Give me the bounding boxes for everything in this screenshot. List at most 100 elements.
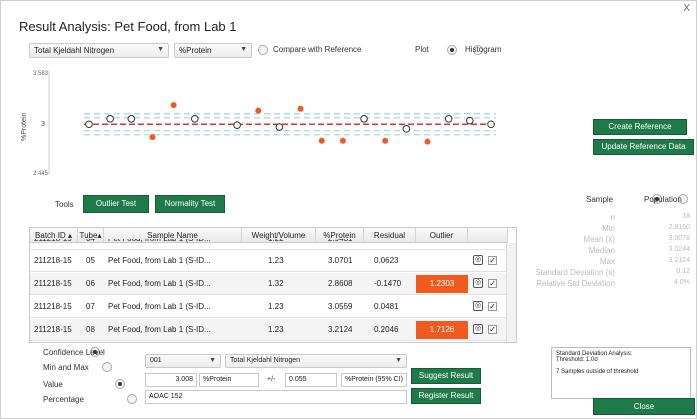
- value-radio[interactable]: [114, 379, 125, 389]
- chart-view-icon[interactable]: ◎: [473, 324, 483, 334]
- min-max-label: Min and Max: [43, 363, 89, 372]
- result-analyte-value: Total Kjeldahl Nitrogen: [230, 357, 301, 364]
- close-icon[interactable]: X: [683, 3, 690, 14]
- uncertainty-value-field[interactable]: 0.055: [285, 373, 337, 387]
- cell-sample-name: Pet Food, from Lab 1 (S-ID...: [108, 325, 211, 334]
- sample-id-value: 001: [150, 357, 162, 364]
- cell-residual: 0.0481: [374, 302, 399, 311]
- outlier-point: [424, 138, 431, 145]
- compare-reference-radio[interactable]: [258, 45, 268, 55]
- cell-residual: 0.2046: [374, 325, 399, 334]
- result-unit-field[interactable]: %Protein: [199, 373, 259, 387]
- cell-weight: 1.23: [268, 302, 284, 311]
- chevron-down-icon: ▼: [395, 357, 402, 364]
- outlier-point: [170, 102, 177, 109]
- stat-label: n: [610, 213, 615, 222]
- cell-protein: 2.9431: [328, 239, 352, 249]
- method-field[interactable]: AOAC 152: [145, 390, 407, 404]
- cell-sample-name: Pet Food, from Lab 1 (S-ID...: [108, 256, 211, 265]
- chart-marks: [84, 102, 496, 145]
- results-table: Batch ID ▴ Tube▴ Sample Name Weight/Volu…: [29, 227, 517, 343]
- stat-value: 2.8160: [668, 224, 690, 231]
- sd-analysis-summary: 7 Samples outside of threshold: [556, 369, 639, 375]
- compare-reference-label: Compare with Reference: [273, 45, 362, 54]
- chart-view-icon[interactable]: ◎: [473, 255, 483, 265]
- include-checkbox[interactable]: ✓: [488, 325, 497, 334]
- cell-tube: 05: [86, 256, 95, 265]
- cell-weight: 1.22: [268, 239, 284, 249]
- close-button[interactable]: Close: [593, 398, 695, 415]
- sd-analysis-box: Standard Deviation Analysis: Threshold: …: [551, 347, 691, 399]
- cell-sample-name: Pet Food, from Lab 1 (S-ID...: [108, 279, 211, 288]
- data-point: [275, 123, 284, 131]
- data-point: [360, 114, 368, 123]
- stat-label: Relative Std Deviation: [536, 279, 615, 288]
- stat-value: 3.0078: [668, 235, 690, 242]
- cell-residual: -0.1470: [374, 279, 402, 288]
- outlier-point: [339, 137, 346, 144]
- register-result-button[interactable]: Register Result: [411, 388, 481, 404]
- cell-batch: 211218-15: [34, 325, 72, 334]
- suggest-result-button[interactable]: Suggest Result: [411, 368, 481, 384]
- cell-tube: 04: [86, 239, 95, 249]
- cell-sample-name: Pet Food, from Lab 1 (S-ID...: [108, 239, 211, 249]
- stat-value: 0.12: [676, 268, 690, 275]
- sample-id-select[interactable]: 001 ▼: [145, 354, 221, 368]
- table-row[interactable]: 211218-15 05 Pet Food, from Lab 1 (S-ID...…: [30, 250, 507, 272]
- include-checkbox[interactable]: ✓: [488, 256, 497, 265]
- create-reference-button[interactable]: Create Reference: [593, 119, 687, 135]
- table-row[interactable]: 211218-15 07 Pet Food, from Lab 1 (S-ID...…: [30, 296, 507, 318]
- min-max-radio[interactable]: [102, 362, 113, 372]
- protein-scatter-chart: 3.583 3 2.445 %Protein: [21, 71, 496, 177]
- y-axis-label: %Protein: [21, 112, 28, 141]
- data-point: [444, 114, 453, 123]
- outlier-test-button[interactable]: Outlier Test: [83, 195, 149, 213]
- cell-batch: 211218-15: [34, 239, 72, 249]
- unit-select[interactable]: %Protein ▼: [174, 43, 252, 58]
- table-row-partial[interactable]: 211218-15 04 Pet Food, from Lab 1 (S-ID.…: [30, 239, 507, 250]
- cell-weight: 1.32: [268, 279, 284, 288]
- cell-weight: 1.23: [268, 256, 284, 265]
- y-tick-top: 3.583: [33, 71, 49, 77]
- cell-tube: 07: [86, 302, 95, 311]
- update-reference-button[interactable]: Update Reference Data: [593, 139, 694, 155]
- result-value-field[interactable]: 3.008: [145, 373, 197, 387]
- stat-label: Max: [599, 257, 615, 266]
- include-checkbox[interactable]: ✓: [488, 279, 497, 288]
- plot-label: Plot: [415, 45, 429, 54]
- chart-view-icon[interactable]: ◎: [473, 278, 483, 288]
- plot-radio[interactable]: [447, 45, 458, 55]
- table-row[interactable]: 211218-15 08 Pet Food, from Lab 1 (S-ID...…: [30, 319, 507, 341]
- percentage-label: Percentage: [43, 395, 84, 404]
- value-label: Value: [43, 380, 63, 389]
- data-point: [466, 116, 474, 125]
- y-tick-bottom: 2.445: [33, 171, 49, 177]
- table-row[interactable]: 211218-15 06 Pet Food, from Lab 1 (S-ID...…: [30, 273, 507, 295]
- y-tick-mid: 3: [41, 121, 45, 128]
- unit-select-value: %Protein: [179, 46, 212, 55]
- histogram-label: Histogram: [465, 45, 502, 54]
- window-title: Result Analysis: Pet Food, from Lab 1: [19, 19, 237, 34]
- data-point: [85, 120, 93, 129]
- include-checkbox[interactable]: ✓: [488, 302, 497, 311]
- stat-label: Mean (x̄): [583, 235, 615, 244]
- percentage-radio[interactable]: [126, 394, 137, 404]
- data-point: [487, 120, 495, 129]
- normality-test-button[interactable]: Normality Test: [155, 195, 225, 213]
- outlier-value: 1.2303: [416, 275, 468, 293]
- analyte-select[interactable]: Total Kjeldahl Nitrogen ▼: [29, 43, 169, 58]
- cell-protein: 3.2124: [328, 325, 353, 334]
- cell-weight: 1.23: [268, 325, 284, 334]
- result-analyte-select[interactable]: Total Kjeldahl Nitrogen ▼: [225, 354, 407, 368]
- table-scrollbar[interactable]: [506, 243, 516, 342]
- cell-batch: 211218-15: [34, 279, 72, 288]
- cell-residual: 0.0623: [374, 256, 399, 265]
- uncertainty-unit-field[interactable]: %Protein (95% CI): [341, 373, 407, 387]
- data-point: [127, 114, 136, 123]
- tools-label: Tools: [55, 200, 74, 209]
- chart-view-icon[interactable]: ◎: [473, 301, 483, 311]
- stat-label: Median: [588, 246, 615, 255]
- cell-protein: 3.0559: [328, 302, 353, 311]
- cell-batch: 211218-15: [34, 256, 72, 265]
- stat-value: 3.0244: [668, 246, 690, 253]
